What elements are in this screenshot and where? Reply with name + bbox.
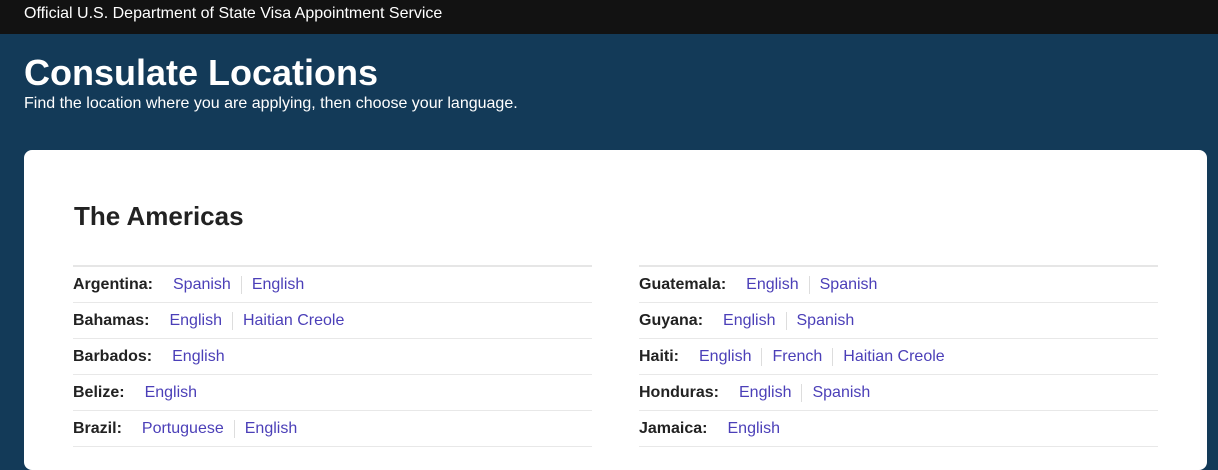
- country-name: Guatemala:: [639, 275, 727, 293]
- country-name: Haiti:: [639, 347, 679, 365]
- language-link[interactable]: English: [169, 312, 231, 330]
- country-list-left: Argentina: Spanish English Bahamas: English H…: [73, 265, 592, 447]
- country-row: Haiti: English French Haitian Creole: [639, 339, 1158, 375]
- country-row: Honduras: English Spanish: [639, 375, 1158, 411]
- country-row: Argentina: Spanish English: [73, 267, 592, 303]
- language-link[interactable]: Portuguese: [142, 420, 234, 438]
- country-name: Honduras:: [639, 383, 719, 401]
- language-link[interactable]: English: [723, 312, 785, 330]
- country-name: Belize:: [73, 383, 125, 401]
- page-header: Consulate Locations Find the location wh…: [0, 34, 1218, 150]
- language-link[interactable]: Haitian Creole: [231, 311, 354, 330]
- language-link[interactable]: Haitian Creole: [832, 347, 954, 366]
- language-link[interactable]: English: [172, 348, 234, 366]
- country-name: Guyana:: [639, 311, 704, 329]
- language-link[interactable]: Spanish: [808, 275, 888, 294]
- country-row: Belize: English: [73, 375, 592, 411]
- country-row: Bahamas: English Haitian Creole: [73, 303, 592, 339]
- country-row: Guyana: English Spanish: [639, 303, 1158, 339]
- language-link[interactable]: English: [145, 384, 207, 402]
- language-link[interactable]: English: [728, 420, 790, 438]
- country-name: Bahamas:: [73, 311, 150, 329]
- country-row: Brazil: Portuguese English: [73, 411, 592, 447]
- language-link[interactable]: Spanish: [173, 276, 241, 294]
- language-link[interactable]: Spanish: [801, 383, 880, 402]
- country-row: Jamaica: English: [639, 411, 1158, 447]
- region-title: The Americas: [74, 201, 244, 231]
- country-row: Guatemala: English Spanish: [639, 267, 1158, 303]
- language-link[interactable]: Spanish: [785, 311, 865, 330]
- country-name: Argentina:: [73, 275, 153, 293]
- page-subtitle: Find the location where you are applying…: [24, 95, 518, 112]
- locations-card: The Americas Argentina: Spanish English Bah…: [24, 150, 1207, 470]
- language-link[interactable]: English: [233, 419, 307, 438]
- language-link[interactable]: English: [746, 276, 808, 294]
- country-list-right: Guatemala: English Spanish Guyana: English Sp…: [639, 265, 1158, 447]
- language-link[interactable]: English: [240, 275, 314, 294]
- country-row: Barbados: English: [73, 339, 592, 375]
- page-title: Consulate Locations: [24, 52, 379, 93]
- language-link[interactable]: English: [739, 384, 801, 402]
- top-banner: Official U.S. Department of State Visa A…: [0, 0, 1218, 34]
- country-name: Jamaica:: [639, 419, 708, 437]
- country-name: Brazil:: [73, 419, 122, 437]
- country-name: Barbados:: [73, 347, 153, 365]
- language-link[interactable]: English: [699, 348, 761, 366]
- banner-title: Official U.S. Department of State Visa A…: [24, 5, 443, 22]
- language-link[interactable]: French: [761, 347, 832, 366]
